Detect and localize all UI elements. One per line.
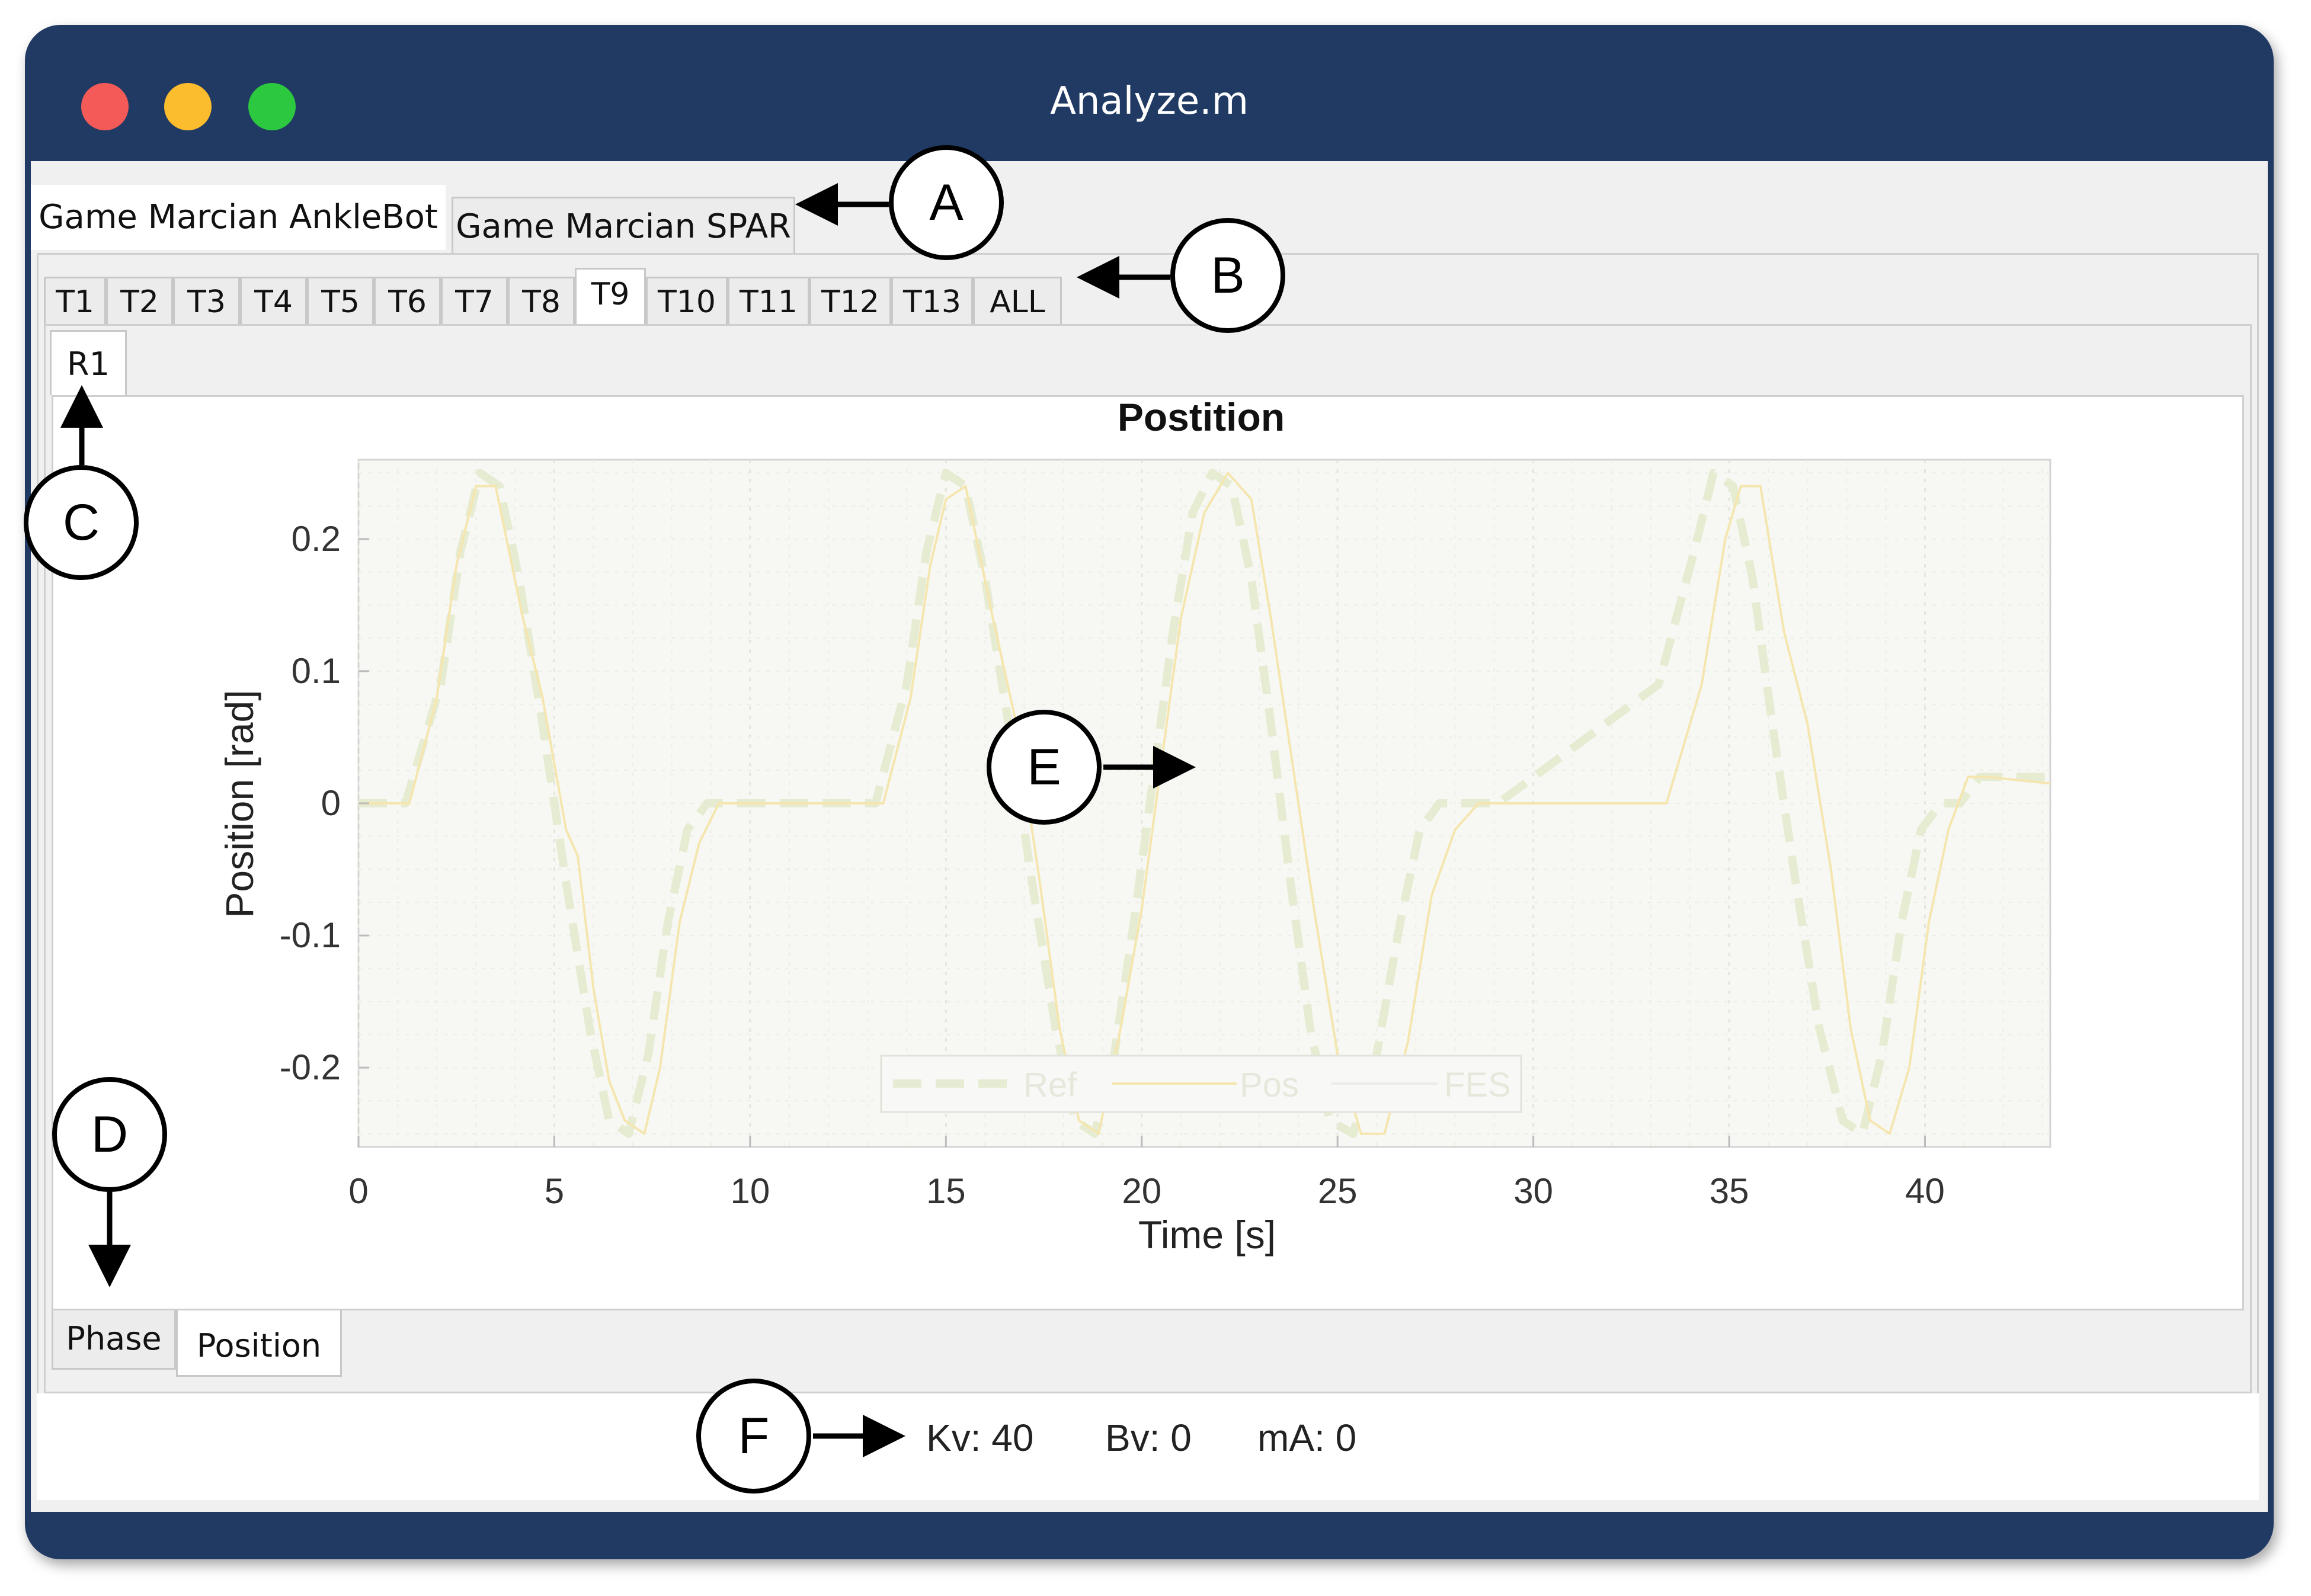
callout-b: B xyxy=(1170,218,1285,333)
annotation-arrows xyxy=(60,183,1196,1457)
callout-e: E xyxy=(987,710,1102,825)
callout-d: D xyxy=(52,1077,167,1192)
callout-c: C xyxy=(24,465,139,580)
callout-a: A xyxy=(889,145,1004,260)
callout-f: F xyxy=(696,1379,811,1494)
